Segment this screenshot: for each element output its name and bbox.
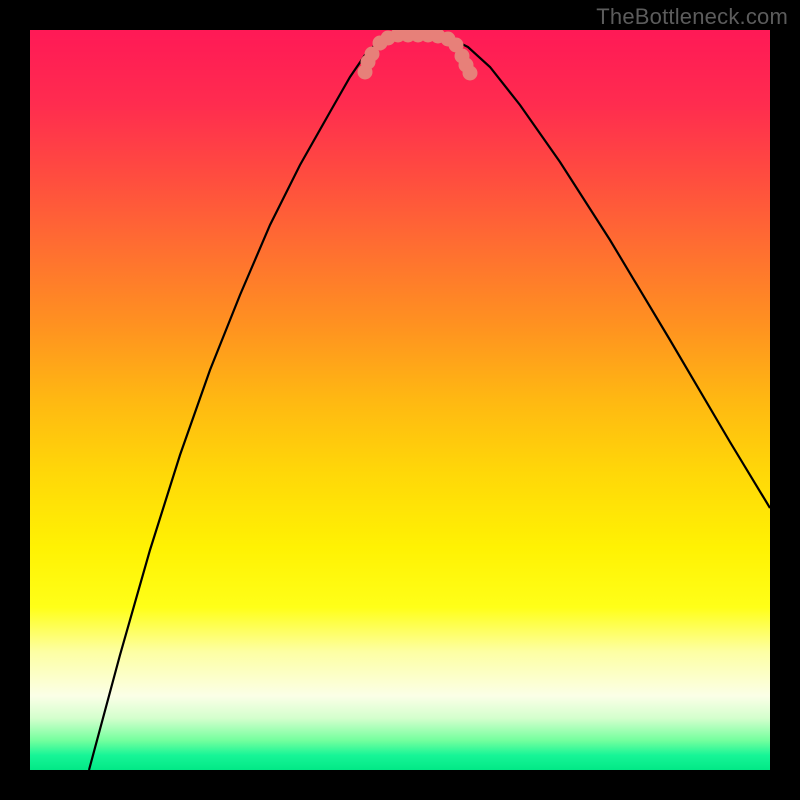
dot	[463, 66, 478, 81]
plot-area	[30, 30, 770, 770]
watermark-text: TheBottleneck.com	[596, 4, 788, 30]
salmon-dots-group	[358, 30, 478, 81]
chart-frame: TheBottleneck.com	[0, 0, 800, 800]
dots-layer	[30, 30, 770, 770]
